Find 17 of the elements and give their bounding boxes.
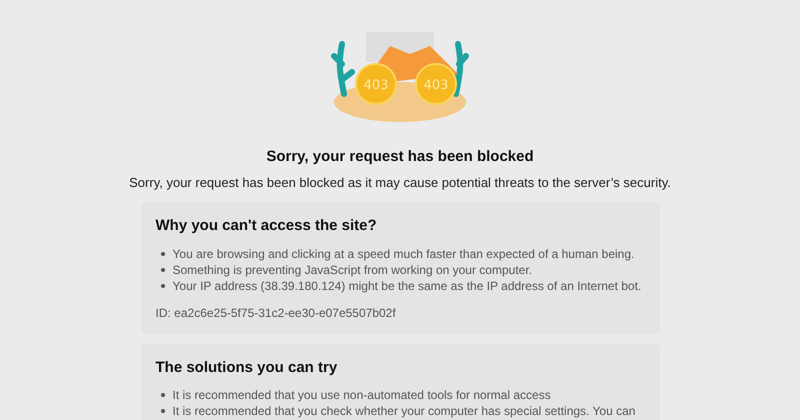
list-item: You are browsing and clicking at a speed much faster than expected of a human being. [172,246,634,262]
card-heading: The solutions you can try [156,358,338,378]
list-item: It is recommended that you use non-automated tools for normal access [172,387,551,403]
lens-label: 403 [424,78,448,93]
list-item: It is recommended that you check whether your computer has special settings. You can [172,403,636,419]
bullet-icon [160,252,164,256]
bullet-icon [160,284,164,288]
lens-label: 403 [364,78,388,93]
bullet-icon [160,409,164,413]
list-item: Your IP address (38.39.180.124) might be the same as the IP address of an Internet bot. [172,278,642,294]
list-item: Something is preventing JavaScript from working on your computer. [172,262,532,278]
page-title: Sorry, your request has been blocked [266,147,534,167]
block-message: Sorry, your request has been blocked as it may cause potential threats to the server’s security. [129,174,671,192]
bullet-icon [160,268,164,272]
request-id: ID: ea2c6e25-5f75-31c2-ee30-e07e5507b02f [156,304,397,322]
bullet-icon [160,393,164,397]
card-heading: Why you can't access the site? [156,216,378,236]
